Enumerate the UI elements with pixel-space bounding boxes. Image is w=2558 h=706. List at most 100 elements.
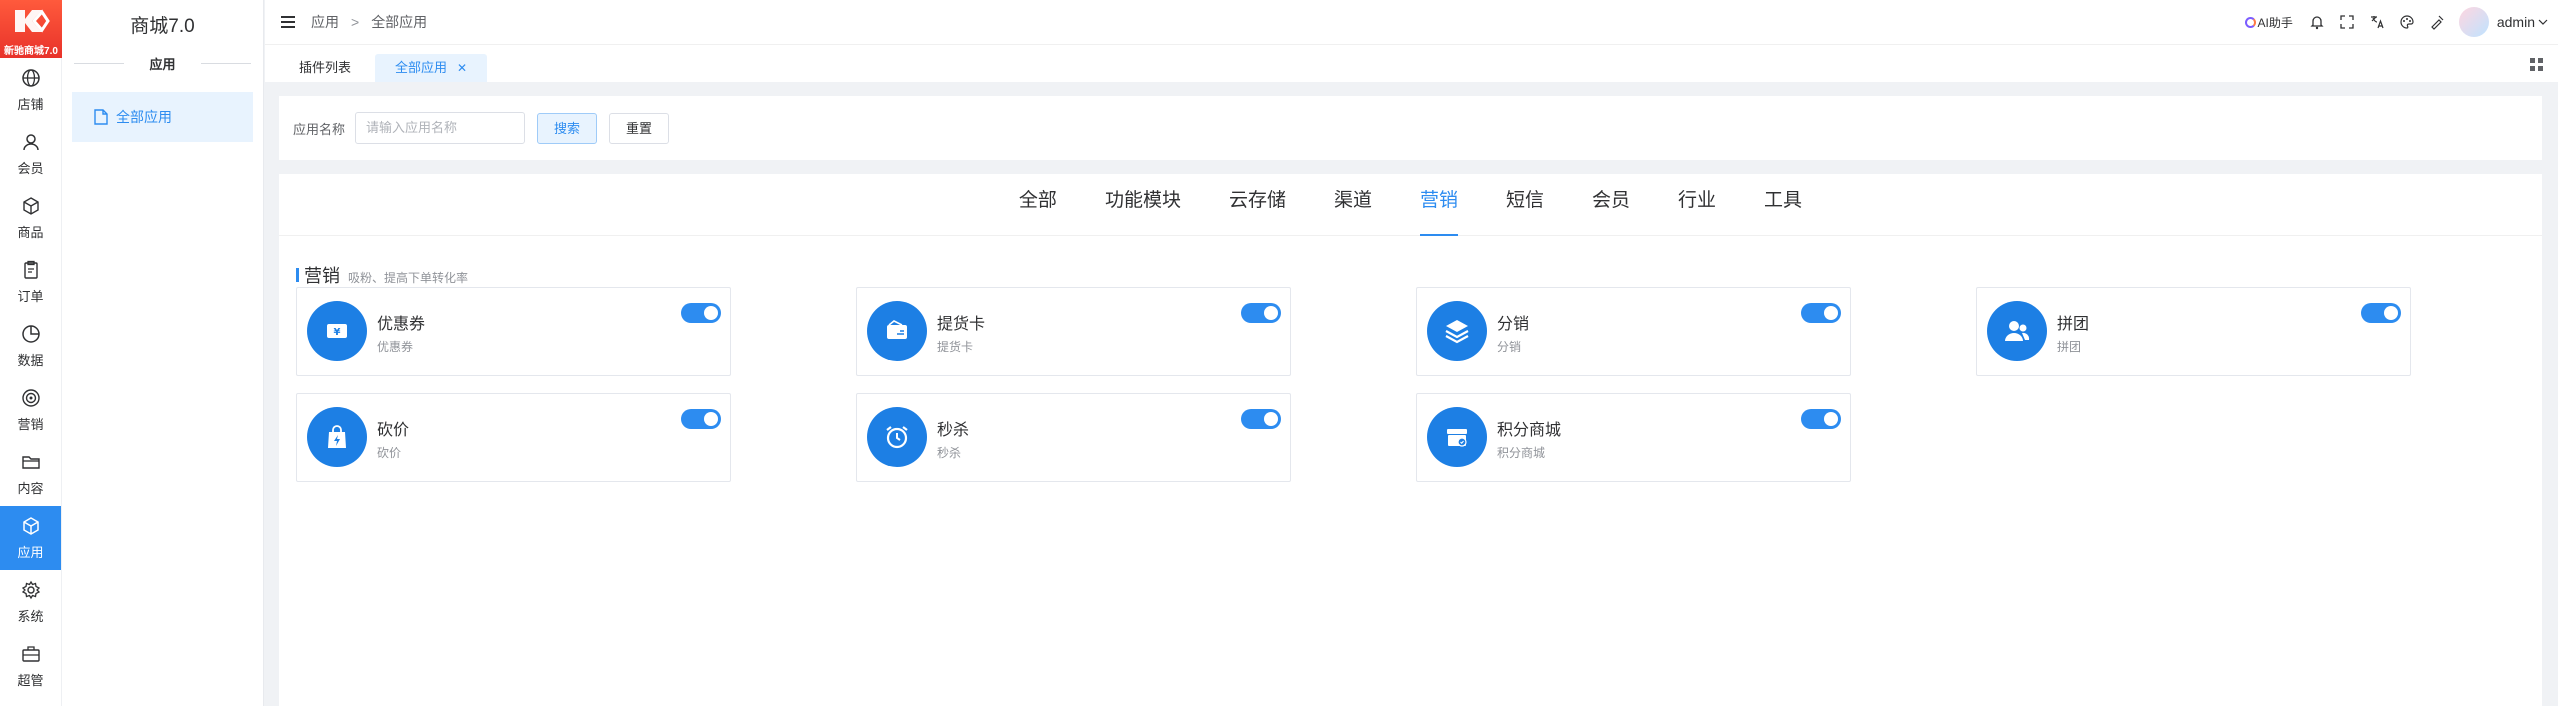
app-enable-toggle[interactable] — [681, 409, 721, 429]
chevron-down-icon[interactable] — [2538, 18, 2548, 26]
group-icon — [2005, 321, 2030, 341]
tab-plugin-list[interactable]: 插件列表 — [285, 54, 365, 82]
sidebar-item-label: 全部应用 — [116, 109, 172, 125]
gear-icon — [21, 580, 40, 599]
app-icon-circle — [1987, 301, 2047, 361]
rail-item-5[interactable]: 营销 — [0, 378, 61, 442]
app-name-input[interactable]: 请输入应用名称 — [355, 112, 526, 144]
app-description: 砍价 — [377, 446, 402, 460]
rail-item-9[interactable]: 超管 — [0, 634, 61, 698]
header-tools: AI助手 admin — [2244, 0, 2548, 44]
category-tab[interactable]: 工具 — [1764, 174, 1802, 236]
category-tab[interactable]: 云存储 — [1229, 174, 1286, 236]
app-description: 优惠券 — [377, 340, 414, 354]
search-panel: 应用名称 请输入应用名称 搜索 重置 — [279, 96, 2542, 160]
file-icon — [94, 109, 108, 125]
category-tab[interactable]: 渠道 — [1334, 174, 1372, 236]
secondary-sidebar: 商城7.0 应用 全部应用 — [62, 0, 264, 706]
brand-logo[interactable]: 新驰商城7.0 — [0, 0, 62, 58]
app-enable-toggle[interactable] — [1801, 409, 1841, 429]
app-card[interactable]: 提货卡 提货卡 — [856, 287, 1291, 376]
sidebar-title: 商城7.0 — [130, 16, 195, 37]
close-icon[interactable]: ✕ — [457, 61, 467, 75]
section-accent-bar — [296, 268, 299, 282]
store-icon — [1447, 429, 1467, 447]
category-tab[interactable]: 会员 — [1592, 174, 1630, 236]
app-enable-toggle[interactable] — [1241, 409, 1281, 429]
svg-text:¥: ¥ — [334, 327, 341, 338]
grid-icon[interactable] — [2530, 58, 2544, 72]
app-icon-circle — [1427, 407, 1487, 467]
sidebar-item-all-apps[interactable]: 全部应用 — [72, 92, 253, 142]
rail-item-0[interactable]: 店铺 — [0, 58, 61, 122]
app-icon-circle — [307, 407, 367, 467]
tab-all-apps[interactable]: 全部应用 ✕ — [375, 54, 487, 82]
app-enable-toggle[interactable] — [1801, 303, 1841, 323]
app-description: 分销 — [1497, 340, 1522, 354]
rail-item-3[interactable]: 订单 — [0, 250, 61, 314]
app-name: 秒杀 — [937, 422, 970, 439]
box-icon — [22, 196, 39, 215]
translate-icon[interactable] — [2369, 14, 2385, 30]
app-card[interactable]: 秒杀 秒杀 — [856, 393, 1291, 482]
breadcrumb-apps[interactable]: 应用 — [311, 12, 339, 32]
app-card[interactable]: 砍价 砍价 — [296, 393, 731, 482]
avatar[interactable] — [2458, 7, 2489, 37]
target-icon — [21, 388, 40, 407]
top-bar: 应用 > 全部应用 AI助手 admin — [265, 0, 2558, 44]
search-button[interactable]: 搜索 — [537, 112, 598, 144]
theme-icon[interactable] — [2429, 14, 2445, 30]
username[interactable]: admin — [2497, 14, 2535, 30]
ai-assistant-button[interactable]: AI助手 — [2244, 14, 2293, 31]
rail-item-label: 营销 — [17, 416, 44, 432]
rail-item-1[interactable]: 会员 — [0, 122, 61, 186]
app-enable-toggle[interactable] — [681, 303, 721, 323]
app-enable-toggle[interactable] — [2361, 303, 2401, 323]
app-icon-circle: ¥ — [307, 301, 367, 361]
category-tab[interactable]: 行业 — [1678, 174, 1716, 236]
rail-item-8[interactable]: 系统 — [0, 570, 61, 634]
app-card[interactable]: 积分商城 积分商城 — [1416, 393, 1851, 482]
main-panel: 全部 功能模块 云存储 渠道 营销 短信 会员 行业 工具 营销 吸粉、提高下单转化率 ¥ 优惠券… — [279, 174, 2542, 706]
page-tabs: 插件列表 全部应用 ✕ — [265, 44, 2558, 82]
app-description: 提货卡 — [937, 340, 974, 354]
category-tab[interactable]: 功能模块 — [1105, 174, 1181, 236]
app-description: 秒杀 — [937, 446, 962, 460]
app-icon-circle — [867, 301, 927, 361]
app-enable-toggle[interactable] — [1241, 303, 1281, 323]
rail-item-6[interactable]: 内容 — [0, 442, 61, 506]
bell-icon[interactable] — [2309, 14, 2325, 30]
app-name: 分销 — [1497, 316, 1530, 333]
rail-item-4[interactable]: 数据 — [0, 314, 61, 378]
fullscreen-icon[interactable] — [2339, 14, 2355, 30]
alarm-icon — [886, 426, 908, 449]
coupon-icon: ¥ — [327, 324, 347, 338]
left-rail: 新驰商城7.0 店铺会员商品 订单 数据营销内容应用系统超管 — [0, 0, 62, 706]
rail-item-label: 会员 — [17, 160, 44, 176]
rail-item-label: 应用 — [17, 544, 44, 560]
section-title: 营销 — [304, 266, 340, 286]
breadcrumb-current: 全部应用 — [371, 14, 428, 30]
palette-icon[interactable] — [2399, 14, 2415, 30]
rail-item-7[interactable]: 应用 — [0, 506, 61, 570]
layers-icon — [1445, 320, 1469, 344]
bag-icon — [328, 425, 346, 448]
app-card[interactable]: 拼团 拼团 — [1976, 287, 2411, 376]
card-icon — [887, 320, 907, 339]
rail-item-2[interactable]: 商品 — [0, 186, 61, 250]
app-card[interactable]: 分销 分销 — [1416, 287, 1851, 376]
category-tab[interactable]: 全部 — [1019, 174, 1057, 236]
category-tab[interactable]: 营销 — [1419, 174, 1459, 236]
clipboard-icon — [23, 260, 38, 279]
section-description: 吸粉、提高下单转化率 — [348, 271, 469, 285]
sidebar-section-label: 应用 — [74, 54, 251, 72]
menu-toggle-icon[interactable] — [281, 16, 295, 28]
breadcrumb-separator: > — [351, 14, 360, 30]
rail-item-label: 超管 — [17, 672, 44, 688]
app-name: 积分商城 — [1497, 422, 1562, 439]
category-tab[interactable]: 短信 — [1506, 174, 1544, 236]
app-card[interactable]: ¥ 优惠券 优惠券 — [296, 287, 731, 376]
brand-badge: 新驰商城7.0 — [4, 46, 58, 57]
app-name-label: 应用名称 — [293, 121, 346, 137]
reset-button[interactable]: 重置 — [609, 112, 670, 144]
